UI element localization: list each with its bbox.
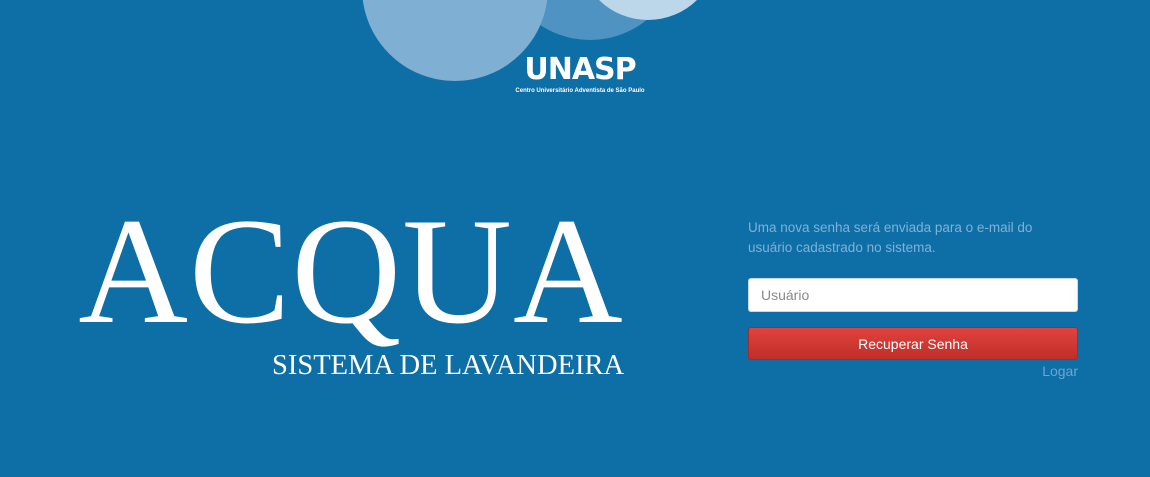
recover-password-button[interactable]: Recuperar Senha [748,327,1078,360]
logo-subtitle: Centro Universitário Adventista de São P… [515,88,645,94]
username-input[interactable] [748,278,1078,312]
page-background: UNASP Centro Universitário Adventista de… [0,0,1150,477]
unasp-logo: UNASP Centro Universitário Adventista de… [510,52,650,102]
logo-wordmark: UNASP [524,52,636,87]
password-recovery-form: Uma nova senha será enviada para o e-mai… [748,218,1078,379]
recovery-info-text: Uma nova senha será enviada para o e-mai… [748,220,1033,255]
app-title: ACQUA [78,187,624,355]
app-subtitle: SISTEMA DE LAVANDEIRA [272,350,625,381]
app-brand: ACQUA SISTEMA DE LAVANDEIRA [40,187,650,381]
login-link[interactable]: Logar [1042,363,1078,379]
